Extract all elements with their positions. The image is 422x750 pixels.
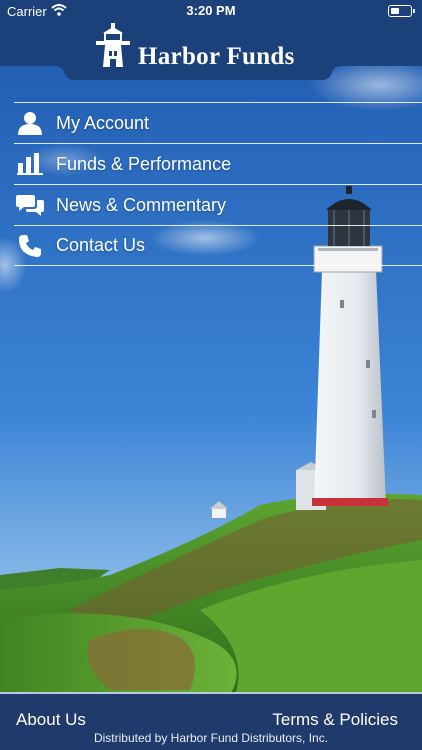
menu-item-my-account[interactable]: My Account (14, 102, 422, 143)
clock-label: 3:20 PM (186, 3, 236, 18)
about-us-link[interactable]: About Us (16, 710, 86, 730)
phone-icon (16, 233, 44, 259)
status-bar: Carrier 3:20 PM (0, 0, 422, 22)
person-icon (16, 110, 44, 136)
menu-item-label: News & Commentary (56, 194, 227, 215)
menu-item-contact-us[interactable]: Contact Us (14, 225, 422, 266)
menu-item-funds-performance[interactable]: Funds & Performance (14, 143, 422, 184)
lighthouse-logo-icon (94, 23, 132, 74)
menu-item-label: Contact Us (56, 235, 146, 255)
bar-chart-icon (16, 151, 44, 177)
distributor-notice: Distributed by Harbor Fund Distributors,… (93, 731, 329, 745)
chat-bubbles-icon (16, 192, 44, 218)
brand: Harbor Funds (94, 23, 295, 74)
menu-item-label: My Account (56, 112, 150, 133)
terms-policies-link[interactable]: Terms & Policies (272, 710, 398, 730)
menu-item-news-commentary[interactable]: News & Commentary (14, 184, 422, 225)
app-title: Harbor Funds (138, 43, 295, 70)
main-menu: My Account Funds & Performance News & Co… (14, 102, 422, 266)
menu-item-label: Funds & Performance (56, 153, 232, 174)
battery-icon (388, 5, 415, 17)
footer-bar: About Us Terms & Policies Distributed by… (0, 692, 422, 750)
